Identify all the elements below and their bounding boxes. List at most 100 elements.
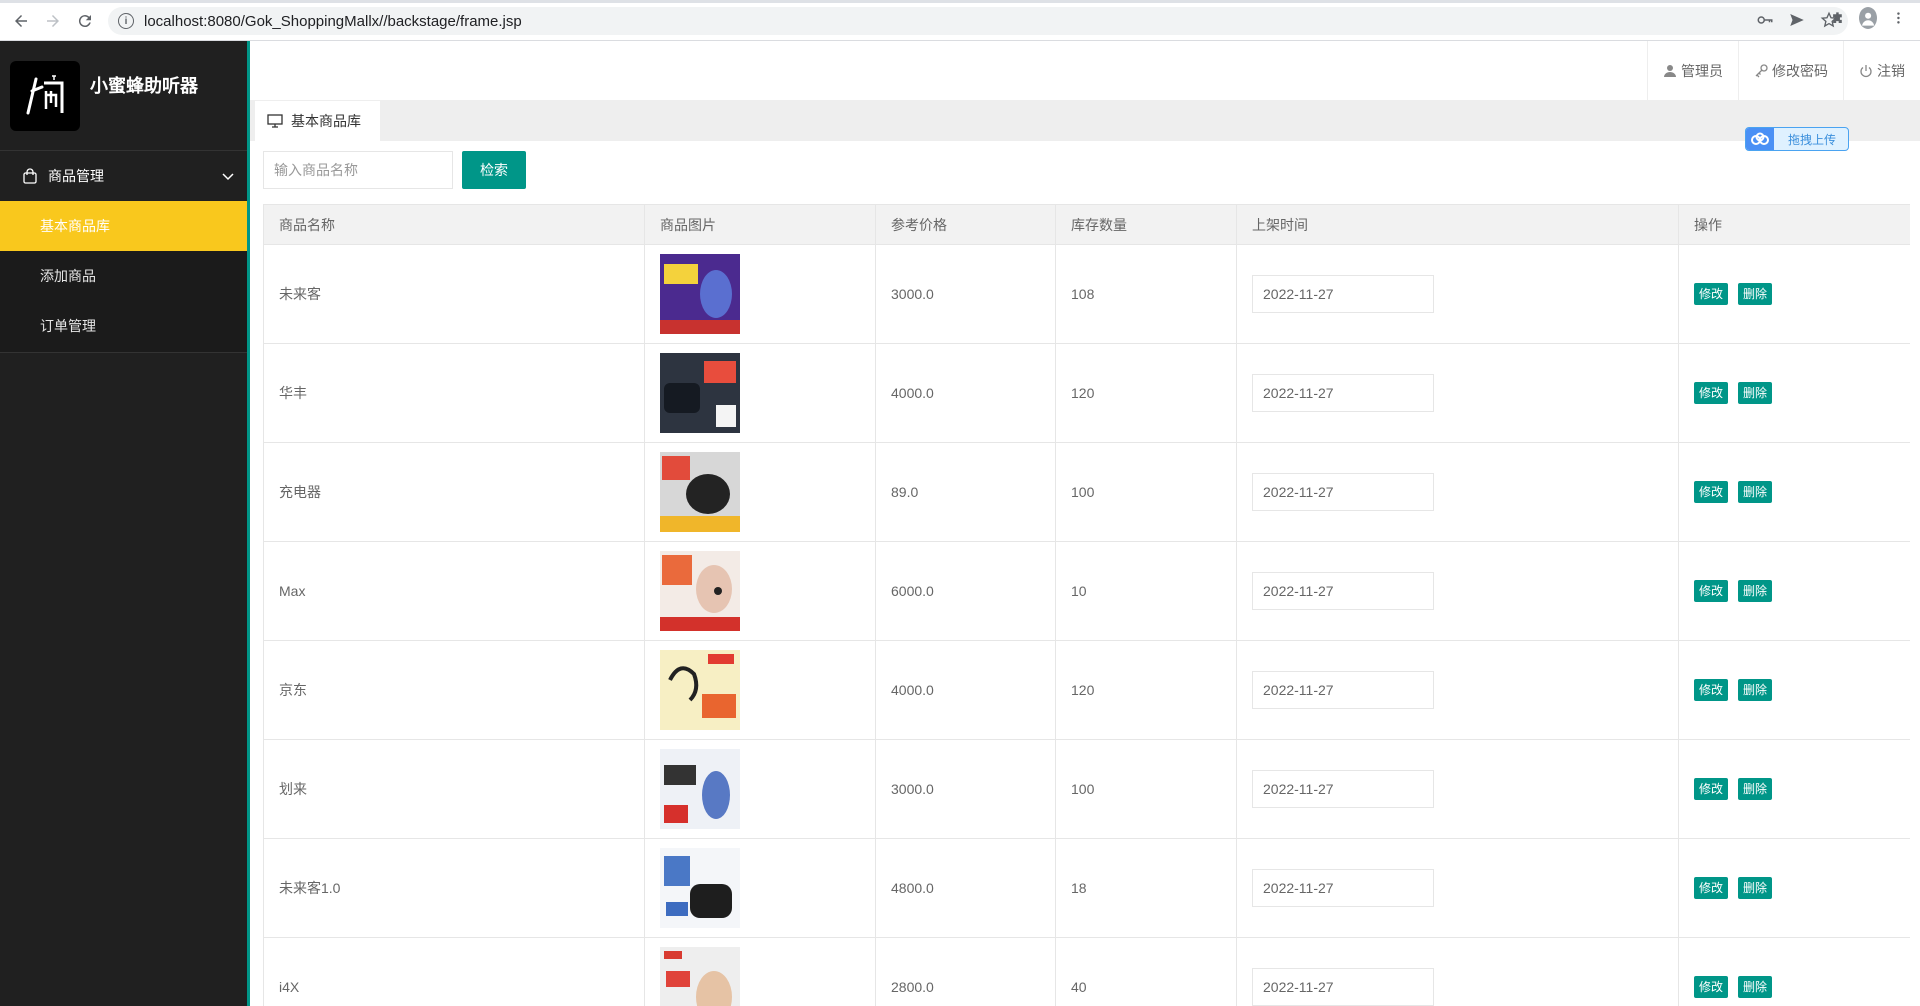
tab-label: 基本商品库 — [291, 113, 361, 129]
date-field[interactable]: 2022-11-27 — [1252, 770, 1434, 808]
product-thumbnail[interactable] — [660, 551, 740, 631]
edit-button[interactable]: 修改 — [1694, 679, 1729, 701]
cell-name: i4X — [263, 937, 645, 1006]
cell-image — [644, 838, 876, 938]
tab-bar: 基本商品库 — [250, 101, 1920, 141]
monitor-icon — [267, 114, 283, 128]
sidebar: 小蜜蜂助听器 商品管理 基本商品库 添加商品 订单管理 — [0, 41, 250, 1006]
delete-button[interactable]: 删除 — [1738, 283, 1773, 305]
change-password-link[interactable]: 修改密码 — [1738, 41, 1843, 101]
sidebar-item-add-product[interactable]: 添加商品 — [0, 251, 247, 301]
cell-name: 未来客 — [263, 244, 645, 344]
date-field[interactable]: 2022-11-27 — [1252, 275, 1434, 313]
edit-button[interactable]: 修改 — [1694, 481, 1729, 503]
product-thumbnail[interactable] — [660, 947, 740, 1006]
cell-actions: 修改 删除 — [1678, 838, 1910, 938]
product-search-input[interactable] — [263, 151, 453, 189]
edit-button[interactable]: 修改 — [1694, 382, 1729, 404]
sidebar-item-label: 订单管理 — [40, 318, 96, 334]
table-row: 未来客 3000.0 108 2022-11-27 修改 删除 — [263, 244, 1910, 344]
cell-date: 2022-11-27 — [1236, 343, 1679, 443]
delete-button[interactable]: 删除 — [1738, 976, 1773, 998]
sidebar-item-label: 添加商品 — [40, 268, 96, 284]
key-icon[interactable] — [1756, 11, 1774, 29]
delete-button[interactable]: 删除 — [1738, 481, 1773, 503]
product-thumbnail[interactable] — [660, 353, 740, 433]
date-field[interactable]: 2022-11-27 — [1252, 473, 1434, 511]
product-thumbnail[interactable] — [660, 254, 740, 334]
search-button[interactable]: 检索 — [462, 151, 526, 189]
cell-actions: 修改 删除 — [1678, 442, 1910, 542]
date-field[interactable]: 2022-11-27 — [1252, 572, 1434, 610]
product-thumbnail[interactable] — [660, 452, 740, 532]
browser-toolbar: i localhost:8080/Gok_ShoppingMallx//back… — [0, 0, 1920, 41]
col-header-name: 商品名称 — [263, 204, 645, 245]
change-password-label: 修改密码 — [1772, 63, 1828, 79]
url-text: localhost:8080/Gok_ShoppingMallx//backst… — [144, 12, 522, 30]
date-field[interactable]: 2022-11-27 — [1252, 671, 1434, 709]
key-icon — [1755, 64, 1768, 78]
back-icon[interactable] — [6, 6, 36, 36]
col-header-image: 商品图片 — [644, 204, 876, 245]
logout-link[interactable]: 注销 — [1843, 41, 1920, 101]
more-menu-icon[interactable] — [1891, 9, 1906, 27]
cell-stock: 10 — [1055, 541, 1237, 641]
cell-date: 2022-11-27 — [1236, 244, 1679, 344]
delete-button[interactable]: 删除 — [1738, 580, 1773, 602]
delete-button[interactable]: 删除 — [1738, 679, 1773, 701]
date-field[interactable]: 2022-11-27 — [1252, 869, 1434, 907]
sidebar-item-orders[interactable]: 订单管理 — [0, 301, 247, 351]
cell-stock: 100 — [1055, 739, 1237, 839]
profile-avatar-icon[interactable] — [1858, 7, 1878, 29]
product-thumbnail[interactable] — [660, 650, 740, 730]
cell-date: 2022-11-27 — [1236, 640, 1679, 740]
user-icon — [1664, 65, 1676, 77]
edit-button[interactable]: 修改 — [1694, 283, 1729, 305]
edit-button[interactable]: 修改 — [1694, 877, 1729, 899]
product-thumbnail[interactable] — [660, 848, 740, 928]
cell-price: 89.0 — [875, 442, 1056, 542]
site-info-icon[interactable]: i — [118, 13, 134, 29]
cell-stock: 100 — [1055, 442, 1237, 542]
send-icon[interactable] — [1788, 11, 1806, 29]
date-field[interactable]: 2022-11-27 — [1252, 374, 1434, 412]
table-row: i4X 2800.0 40 2022-11-27 修改 删除 — [263, 937, 1910, 1006]
tab-basic-products[interactable]: 基本商品库 — [255, 101, 380, 141]
col-header-price: 参考价格 — [875, 204, 1056, 245]
address-bar[interactable]: i localhost:8080/Gok_ShoppingMallx//back… — [108, 7, 1848, 35]
table-row: 充电器 89.0 100 2022-11-27 修改 删除 — [263, 442, 1910, 542]
edit-button[interactable]: 修改 — [1694, 778, 1729, 800]
cell-actions: 修改 删除 — [1678, 343, 1910, 443]
cell-image — [644, 244, 876, 344]
cell-actions: 修改 删除 — [1678, 739, 1910, 839]
app-title: 小蜜蜂助听器 — [90, 75, 198, 96]
product-table-wrapper: 商品名称 商品图片 参考价格 库存数量 上架时间 操作 未来客 3000.0 1… — [263, 204, 1910, 1006]
logo-area: 小蜜蜂助听器 — [0, 41, 247, 151]
chevron-down-icon — [222, 173, 234, 181]
delete-button[interactable]: 删除 — [1738, 877, 1773, 899]
menu-group-product-management[interactable]: 商品管理 — [0, 151, 247, 201]
sidebar-item-basic-products[interactable]: 基本商品库 — [0, 201, 247, 251]
cell-price: 4800.0 — [875, 838, 1056, 938]
cell-actions: 修改 删除 — [1678, 937, 1910, 1006]
edit-button[interactable]: 修改 — [1694, 976, 1729, 998]
admin-menu[interactable]: 管理员 — [1647, 41, 1738, 101]
product-thumbnail[interactable] — [660, 749, 740, 829]
reload-icon[interactable] — [70, 6, 100, 36]
extensions-icon[interactable] — [1830, 9, 1845, 27]
date-field[interactable]: 2022-11-27 — [1252, 968, 1434, 1006]
drag-upload-button[interactable]: 拖拽上传 — [1745, 127, 1849, 151]
cell-name: 充电器 — [263, 442, 645, 542]
delete-button[interactable]: 删除 — [1738, 382, 1773, 404]
delete-button[interactable]: 删除 — [1738, 778, 1773, 800]
cell-actions: 修改 删除 — [1678, 640, 1910, 740]
product-table: 商品名称 商品图片 参考价格 库存数量 上架时间 操作 未来客 3000.0 1… — [263, 204, 1910, 1006]
table-row: 划来 3000.0 100 2022-11-27 修改 删除 — [263, 739, 1910, 839]
cell-image — [644, 442, 876, 542]
sidebar-item-label: 基本商品库 — [40, 218, 110, 234]
forward-icon[interactable] — [38, 6, 68, 36]
cell-price: 6000.0 — [875, 541, 1056, 641]
cell-image — [644, 343, 876, 443]
edit-button[interactable]: 修改 — [1694, 580, 1729, 602]
cell-stock: 120 — [1055, 343, 1237, 443]
